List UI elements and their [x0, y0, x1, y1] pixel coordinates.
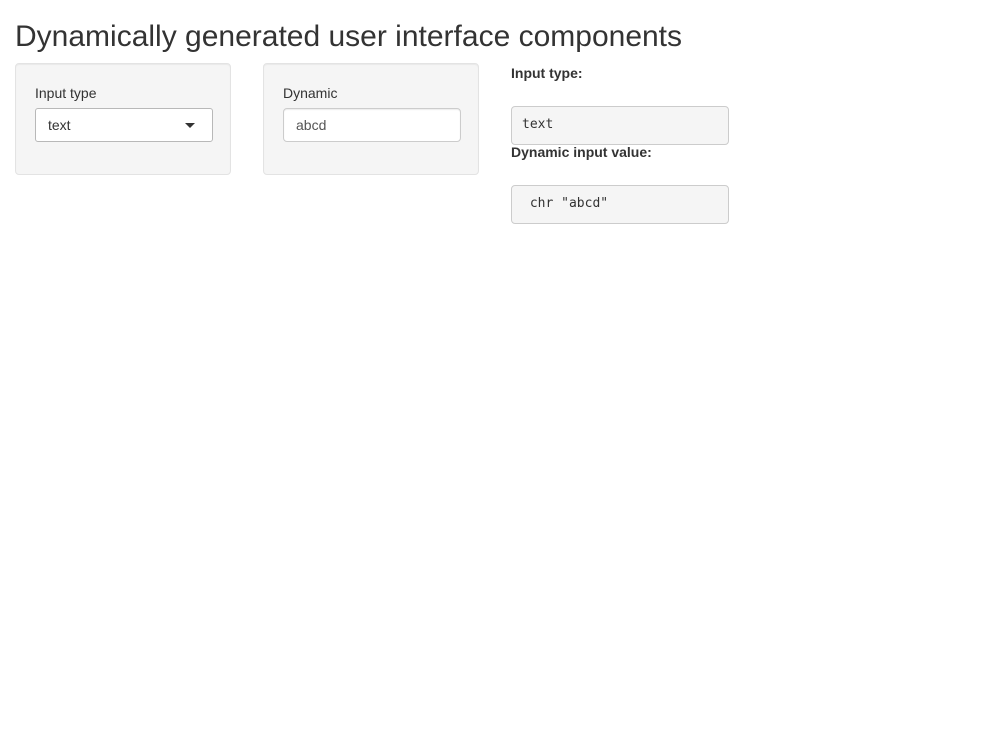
input-type-select[interactable]: text — [35, 108, 213, 142]
dynamic-label: Dynamic — [283, 85, 338, 101]
input-type-output-heading: Input type: — [511, 65, 583, 81]
input-type-selected-value: text — [48, 117, 71, 133]
input-type-output: text — [511, 106, 729, 145]
dynamic-value-output: chr "abcd" — [511, 185, 729, 224]
dynamic-input[interactable] — [283, 108, 461, 142]
dynamic-panel: Dynamic — [263, 63, 479, 175]
input-type-label: Input type — [35, 85, 97, 101]
caret-down-icon — [185, 123, 195, 128]
dynamic-value-output-heading: Dynamic input value: — [511, 144, 652, 160]
page-title: Dynamically generated user interface com… — [15, 20, 683, 53]
input-type-panel: Input type text — [15, 63, 231, 175]
